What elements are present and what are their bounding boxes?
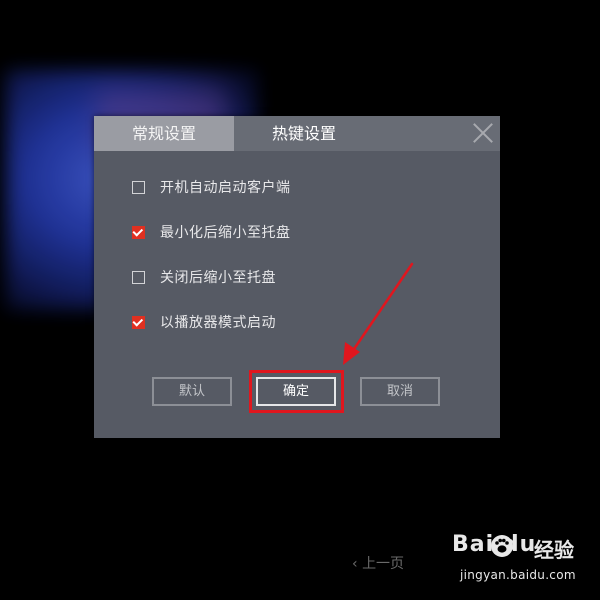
checkmark-icon bbox=[132, 315, 144, 327]
option-start-player-mode[interactable]: 以播放器模式启动 bbox=[132, 312, 276, 332]
chevron-left-icon: ‹ bbox=[352, 556, 363, 572]
tab-hotkey-settings[interactable]: 热键设置 bbox=[234, 116, 374, 151]
checkbox-checked[interactable] bbox=[132, 225, 145, 239]
close-icon[interactable] bbox=[470, 120, 496, 146]
watermark-url: jingyan.baidu.com bbox=[460, 568, 576, 582]
cancel-button[interactable]: 取消 bbox=[360, 377, 440, 406]
previous-page-label: 上一页 bbox=[362, 556, 405, 572]
option-label: 以播放器模式启动 bbox=[160, 315, 276, 331]
option-auto-start-client[interactable]: 开机自动启动客户端 bbox=[132, 177, 291, 197]
default-button[interactable]: 默认 bbox=[152, 377, 232, 406]
previous-page-link[interactable]: ‹ 上一页 bbox=[352, 553, 404, 573]
checkbox-checked[interactable] bbox=[132, 315, 145, 329]
option-label: 开机自动启动客户端 bbox=[160, 180, 291, 196]
watermark-product: 经验 bbox=[534, 538, 574, 562]
ok-button[interactable]: 确定 bbox=[256, 377, 336, 406]
tab-bar: 常规设置 热键设置 bbox=[94, 116, 500, 151]
baidu-paw-icon bbox=[491, 535, 513, 557]
checkbox-unchecked[interactable] bbox=[132, 180, 145, 194]
settings-dialog: 常规设置 热键设置 开机自动启动客户端 最小化后缩小至托盘 关闭后缩小至托盘 以… bbox=[94, 116, 500, 438]
option-minimize-to-tray[interactable]: 最小化后缩小至托盘 bbox=[132, 222, 291, 242]
baidu-jingyan-watermark: Bai du 经验 jingyan.baidu.com bbox=[452, 532, 598, 592]
tab-general-settings[interactable]: 常规设置 bbox=[94, 116, 234, 151]
checkmark-icon bbox=[132, 225, 144, 237]
option-label: 最小化后缩小至托盘 bbox=[160, 225, 291, 241]
checkbox-unchecked[interactable] bbox=[132, 270, 145, 284]
option-label: 关闭后缩小至托盘 bbox=[160, 270, 276, 286]
option-close-to-tray[interactable]: 关闭后缩小至托盘 bbox=[132, 267, 276, 287]
